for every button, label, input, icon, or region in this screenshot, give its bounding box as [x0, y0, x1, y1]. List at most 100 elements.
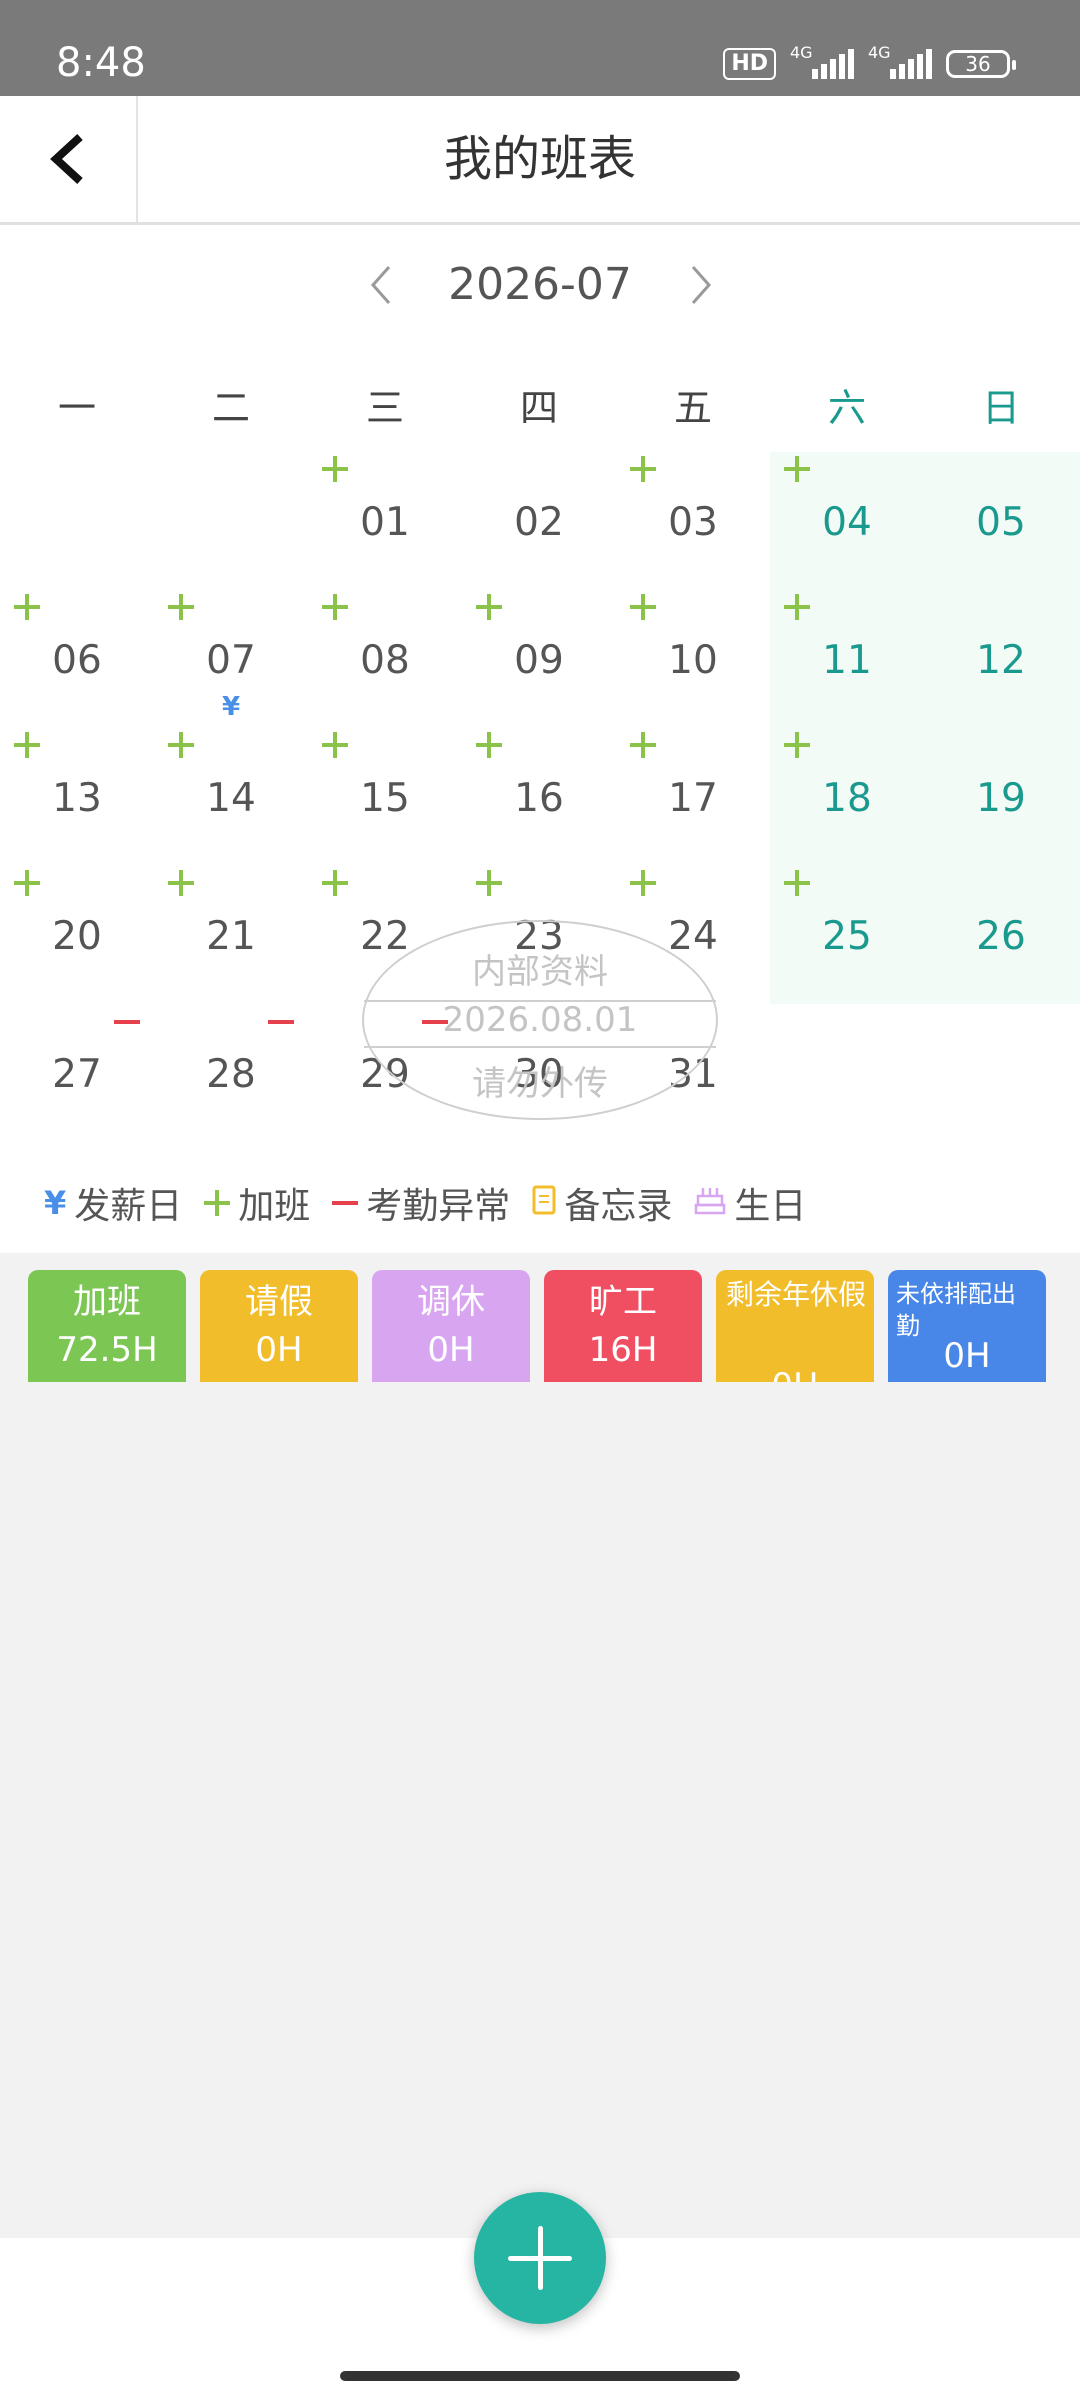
day-number: 11: [822, 638, 872, 683]
day-number: 14: [206, 776, 256, 821]
calendar-day[interactable]: 22: [308, 866, 462, 1004]
calendar-day[interactable]: 31: [616, 1004, 770, 1142]
overtime-plus-icon: [14, 732, 40, 758]
stat-card-unscheduled[interactable]: 未依排配出勤 0H: [888, 1270, 1046, 1382]
day-number: 20: [52, 914, 102, 959]
calendar-day[interactable]: 19: [924, 728, 1078, 866]
stat-value: 0H: [427, 1330, 475, 1370]
overtime-plus-icon: [476, 594, 502, 620]
calendar-day[interactable]: 09: [462, 590, 616, 728]
calendar-day[interactable]: 03: [616, 452, 770, 590]
overtime-plus-icon: [784, 456, 810, 482]
calendar-day[interactable]: 12: [924, 590, 1078, 728]
calendar-day[interactable]: 07 ¥: [154, 590, 308, 728]
calendar-day[interactable]: 30: [462, 1004, 616, 1142]
prev-month-button[interactable]: [356, 255, 406, 315]
weekday-tue: 二: [211, 386, 250, 430]
overtime-plus-icon: [630, 456, 656, 482]
calendar-day[interactable]: 24: [616, 866, 770, 1004]
stat-card-absent[interactable]: 旷工 16H: [544, 1270, 702, 1382]
calendar-day[interactable]: 23: [462, 866, 616, 1004]
day-number: 05: [976, 500, 1026, 545]
calendar-day[interactable]: 01: [308, 452, 462, 590]
overtime-plus-icon: [784, 870, 810, 896]
calendar-day[interactable]: 27: [0, 1004, 154, 1142]
calendar-day[interactable]: 25: [770, 866, 924, 1004]
next-month-button[interactable]: [676, 255, 726, 315]
minus-icon: [332, 1201, 359, 1205]
legend-birthday: 生日: [694, 1177, 806, 1229]
day-number: 26: [976, 914, 1026, 959]
weekday-wed: 三: [365, 386, 404, 430]
day-number: 18: [822, 776, 872, 821]
overtime-plus-icon: [476, 870, 502, 896]
calendar-day[interactable]: 14: [154, 728, 308, 866]
overtime-plus-icon: [168, 870, 194, 896]
stat-value: 0H: [943, 1336, 991, 1376]
day-number: 12: [976, 638, 1026, 683]
stat-label: 请假: [245, 1282, 313, 1322]
stat-label: 剩余年休假: [726, 1278, 867, 1311]
calendar-day[interactable]: 28: [154, 1004, 308, 1142]
stat-value: 72.5H: [56, 1330, 158, 1370]
legend-payday: ¥ 发薪日: [44, 1177, 182, 1229]
calendar-day[interactable]: 08: [308, 590, 462, 728]
stat-label: 加班: [73, 1282, 141, 1322]
overtime-plus-icon: [168, 732, 194, 758]
overtime-plus-icon: [168, 594, 194, 620]
day-number: 04: [822, 500, 872, 545]
add-button[interactable]: [474, 2192, 606, 2324]
stat-value: 0H: [255, 1330, 303, 1370]
home-indicator[interactable]: [340, 2371, 740, 2381]
legend: ¥ 发薪日 加班 考勤异常 备忘录 生日: [44, 1178, 828, 1228]
signal-icon-2: 4G: [868, 43, 932, 79]
month-navigation: 2026-07: [0, 225, 1080, 345]
calendar-day[interactable]: 10: [616, 590, 770, 728]
header: 我的班表: [0, 96, 1080, 225]
day-number: 19: [976, 776, 1026, 821]
stat-card-overtime[interactable]: 加班 72.5H: [28, 1270, 186, 1382]
overtime-plus-icon: [322, 594, 348, 620]
status-time: 8:48: [56, 40, 146, 86]
calendar-day[interactable]: 18: [770, 728, 924, 866]
calendar-day[interactable]: 20: [0, 866, 154, 1004]
overtime-plus-icon: [14, 870, 40, 896]
legend-overtime-label: 加班: [238, 1186, 311, 1227]
month-label[interactable]: 2026-07: [420, 255, 660, 315]
back-button[interactable]: [0, 96, 138, 222]
calendar-day[interactable]: 15: [308, 728, 462, 866]
overtime-plus-icon: [630, 732, 656, 758]
day-number: 10: [668, 638, 718, 683]
day-number: 02: [514, 500, 564, 545]
legend-abnormal: 考勤异常: [332, 1177, 510, 1229]
calendar-day[interactable]: 06: [0, 590, 154, 728]
calendar-day[interactable]: 11: [770, 590, 924, 728]
overtime-plus-icon: [322, 456, 348, 482]
overtime-plus-icon: [322, 732, 348, 758]
legend-payday-label: 发薪日: [74, 1186, 183, 1227]
calendar-day[interactable]: 26: [924, 866, 1078, 1004]
calendar-day[interactable]: 04: [770, 452, 924, 590]
stat-card-comp-leave[interactable]: 调休 0H: [372, 1270, 530, 1382]
day-number: 15: [360, 776, 410, 821]
day-number: 24: [668, 914, 718, 959]
status-icons: HD 4G 4G 36: [723, 43, 1016, 84]
stat-value: 0H: [716, 1366, 874, 1382]
overtime-plus-icon: [784, 732, 810, 758]
stat-card-leave[interactable]: 请假 0H: [200, 1270, 358, 1382]
day-number: 09: [514, 638, 564, 683]
calendar-day[interactable]: 02: [462, 452, 616, 590]
day-number: 30: [514, 1052, 564, 1097]
calendar-day[interactable]: 16: [462, 728, 616, 866]
weekday-thu: 四: [519, 386, 558, 430]
weekday-mon: 一: [57, 386, 96, 430]
stat-card-annual-leave[interactable]: 剩余年休假 0H: [716, 1270, 874, 1382]
day-number: 08: [360, 638, 410, 683]
day-number: 23: [514, 914, 564, 959]
calendar-day[interactable]: 21: [154, 866, 308, 1004]
day-number: 16: [514, 776, 564, 821]
calendar-day[interactable]: 05: [924, 452, 1078, 590]
calendar-day[interactable]: 29: [308, 1004, 462, 1142]
calendar-day[interactable]: 17: [616, 728, 770, 866]
calendar-day[interactable]: 13: [0, 728, 154, 866]
